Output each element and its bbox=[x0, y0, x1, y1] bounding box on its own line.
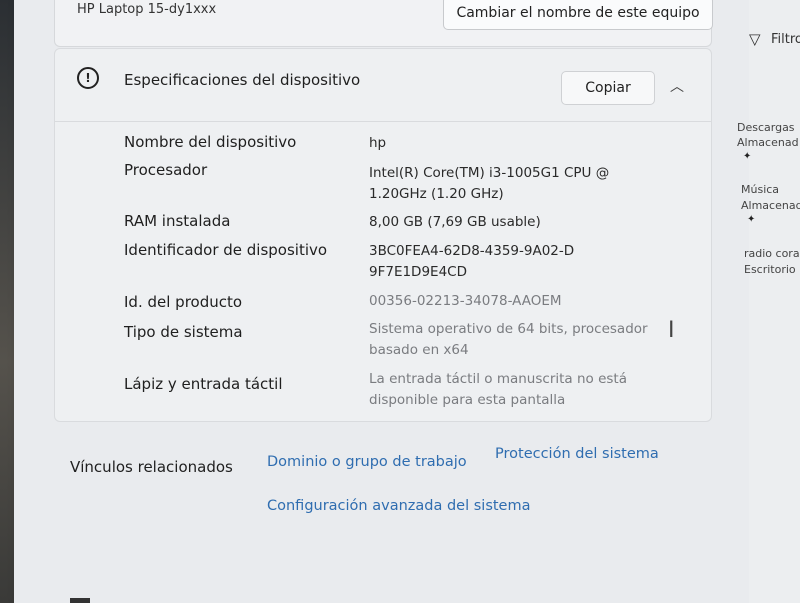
quick-item-title[interactable]: Música bbox=[741, 183, 779, 196]
quick-item-subtitle: Almacenad bbox=[737, 136, 799, 149]
spec-value-device-id: 3BC0FEA4-62D8-4359-9A02-D9F7E1D9E4CD bbox=[369, 243, 575, 280]
advanced-system-settings-link[interactable]: Configuración avanzada del sistema bbox=[267, 498, 531, 514]
quick-item-title[interactable]: radio cora bbox=[744, 247, 800, 260]
settings-window: HP Laptop 15-dy1xxx Cambiar el nombre de… bbox=[14, 0, 750, 603]
explorer-side-pane: ▽ Filtro Descargas Almacenad ✦ Música Al… bbox=[737, 0, 800, 603]
spec-label-system-type: Tipo de sistema bbox=[124, 323, 243, 341]
device-rename-row: HP Laptop 15-dy1xxx Cambiar el nombre de… bbox=[54, 0, 713, 47]
taskbar-edge bbox=[70, 598, 90, 603]
spec-label-processor: Procesador bbox=[124, 161, 208, 179]
spec-value-device-name: hp bbox=[369, 135, 387, 151]
related-links-label: Vínculos relacionados bbox=[70, 458, 233, 476]
spec-value-ram: 8,00 GB (7,69 GB usable) bbox=[369, 214, 541, 230]
spec-label-product-id: Id. del producto bbox=[124, 293, 243, 311]
quick-item-title[interactable]: Descargas bbox=[737, 121, 795, 134]
specs-header[interactable]: ! Especificaciones del dispositivo Copia… bbox=[55, 49, 711, 122]
specs-title: Especificaciones del dispositivo bbox=[124, 71, 361, 89]
pin-icon[interactable]: ✦ bbox=[743, 151, 751, 162]
quick-item-subtitle: Escritorio bbox=[744, 263, 796, 276]
spec-value-pen-touch: La entrada táctil o manuscrita no está d… bbox=[369, 371, 627, 408]
desktop-edge bbox=[0, 0, 14, 603]
quick-item-subtitle: Almacenad bbox=[741, 199, 800, 212]
spec-label-device-id: Identificador de dispositivo bbox=[124, 241, 328, 259]
spec-value-processor: Intel(R) Core(TM) i3-1005G1 CPU @ 1.20GH… bbox=[369, 165, 610, 202]
domain-workgroup-link[interactable]: Dominio o grupo de trabajo bbox=[267, 454, 467, 470]
device-name-heading: HP Laptop 15-dy1xxx bbox=[77, 2, 217, 17]
spec-label-device-name: Nombre del dispositivo bbox=[124, 133, 297, 151]
system-protection-link[interactable]: Protección del sistema bbox=[495, 446, 659, 462]
rename-pc-button[interactable]: Cambiar el nombre de este equipo bbox=[443, 0, 713, 30]
chevron-up-icon[interactable]: ︿ bbox=[667, 77, 687, 97]
spec-value-system-type: Sistema operativo de 64 bits, procesador… bbox=[369, 321, 648, 358]
spec-label-pen-touch: Lápiz y entrada táctil bbox=[124, 375, 283, 393]
spec-label-ram: RAM instalada bbox=[124, 212, 231, 230]
spec-value-product-id: 00356-02213-34078-AAOEM bbox=[369, 293, 562, 309]
filter-icon[interactable]: ▽ bbox=[749, 30, 761, 48]
text-cursor-icon: I bbox=[668, 318, 675, 343]
info-icon: ! bbox=[77, 67, 99, 89]
copy-button[interactable]: Copiar bbox=[561, 71, 655, 105]
filter-label[interactable]: Filtro bbox=[771, 32, 800, 47]
device-specifications-card: ! Especificaciones del dispositivo Copia… bbox=[54, 48, 712, 422]
pin-icon[interactable]: ✦ bbox=[747, 214, 755, 225]
